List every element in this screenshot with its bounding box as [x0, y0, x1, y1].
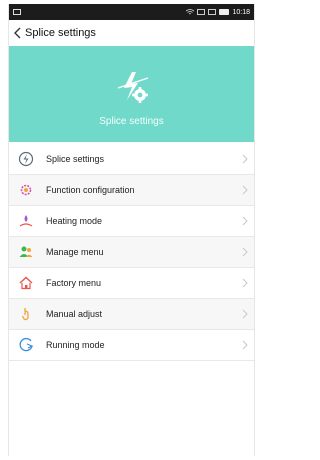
menu-item-function-configuration[interactable]: Function configuration [9, 175, 254, 206]
menu-item-label: Heating mode [46, 216, 103, 226]
chevron-right-icon [242, 247, 248, 257]
menu-item-splice-settings[interactable]: Splice settings [9, 144, 254, 175]
chevron-right-icon [242, 278, 248, 288]
back-button[interactable]: Splice settings [13, 26, 96, 40]
sim2-icon [208, 9, 217, 15]
menu-item-label: Running mode [46, 340, 105, 350]
status-time: 10:18 [232, 8, 250, 16]
wifi-icon [186, 9, 195, 15]
menu-item-heating-mode[interactable]: Heating mode [9, 206, 254, 237]
status-bar: 10:18 [9, 4, 254, 20]
manual-hand-icon [18, 306, 34, 322]
splice-bolt-icon [18, 151, 34, 167]
battery-icon [219, 9, 230, 15]
menu-item-label: Manual adjust [46, 309, 103, 319]
phone-screen: 10:18 Splice settings Splice settings Sp… [8, 4, 255, 456]
menu-item-manual-adjust[interactable]: Manual adjust [9, 299, 254, 330]
chevron-right-icon [242, 216, 248, 226]
heating-icon [18, 213, 34, 229]
menu-item-manage-menu[interactable]: Manage menu [9, 237, 254, 268]
menu-list: Splice settings Function configuration H… [9, 144, 254, 361]
sim-icon [197, 9, 206, 15]
status-right: 10:18 [186, 9, 250, 16]
menu-item-label: Manage menu [46, 247, 104, 257]
menu-item-label: Function configuration [46, 185, 135, 195]
gear-config-icon [18, 182, 34, 198]
notification-icon [13, 9, 21, 15]
chevron-right-icon [242, 154, 248, 164]
chevron-right-icon [242, 185, 248, 195]
page-title: Splice settings [25, 27, 96, 39]
chevron-left-icon [14, 27, 21, 39]
chevron-right-icon [242, 309, 248, 319]
running-mode-icon [18, 337, 34, 353]
splice-settings-icon [117, 71, 148, 103]
header: Splice settings [9, 20, 254, 46]
menu-item-running-mode[interactable]: Running mode [9, 330, 254, 361]
banner-label: Splice settings [99, 115, 164, 127]
menu-item-label: Factory menu [46, 278, 102, 288]
factory-home-icon [18, 275, 34, 291]
menu-item-label: Splice settings [46, 154, 105, 164]
status-left [13, 9, 21, 15]
menu-item-factory-menu[interactable]: Factory menu [9, 268, 254, 299]
banner: Splice settings [9, 46, 254, 142]
chevron-right-icon [242, 340, 248, 350]
manage-users-icon [18, 244, 34, 260]
